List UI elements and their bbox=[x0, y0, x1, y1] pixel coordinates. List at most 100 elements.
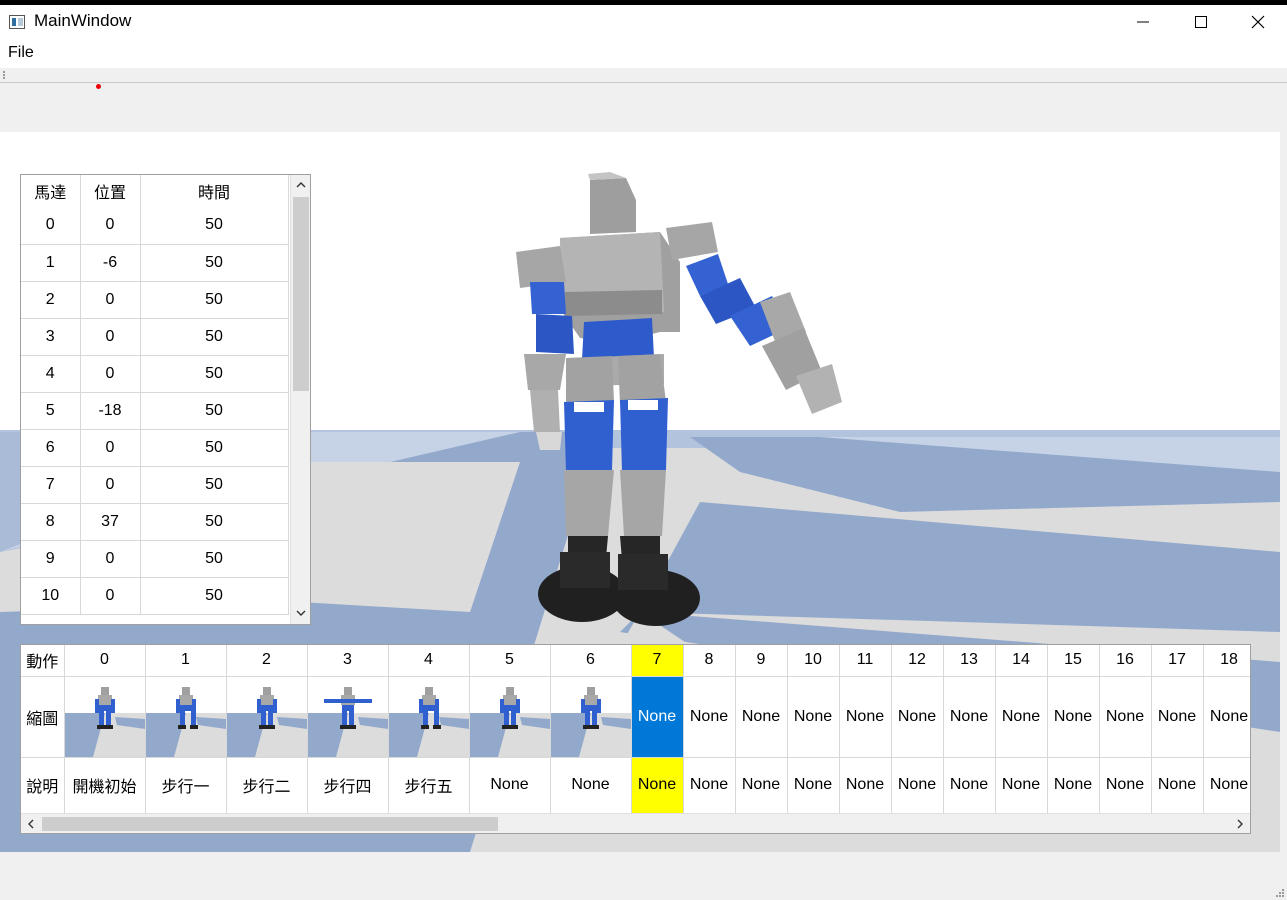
motor-table[interactable]: 馬達 位置 時間 0 0 50 1 -6 50 2 0 50 3 0 50 4 0 50 5 -18 50 6 0 50… bbox=[20, 174, 311, 625]
action-thumbnail-cell[interactable]: None bbox=[1151, 676, 1204, 758]
action-column-header[interactable]: 16 bbox=[1099, 645, 1152, 677]
action-description-cell[interactable]: None bbox=[1099, 757, 1152, 814]
action-thumbnail-cell[interactable] bbox=[64, 676, 146, 758]
menu-file[interactable]: File bbox=[8, 44, 34, 62]
action-description-cell[interactable]: 步行二 bbox=[226, 757, 308, 814]
position-cell[interactable]: 0 bbox=[80, 466, 141, 504]
action-thumbnail-cell[interactable] bbox=[307, 676, 389, 758]
minimize-button[interactable] bbox=[1114, 5, 1172, 39]
action-table-scroll-thumb[interactable] bbox=[42, 817, 498, 831]
action-description-cell[interactable]: 步行五 bbox=[388, 757, 470, 814]
action-description-cell[interactable]: None bbox=[839, 757, 892, 814]
action-description-cell[interactable]: 開機初始 bbox=[64, 757, 146, 814]
motor-id-cell[interactable]: 4 bbox=[21, 355, 81, 393]
action-thumbnail-cell[interactable] bbox=[388, 676, 470, 758]
position-cell[interactable]: 0 bbox=[80, 207, 141, 245]
time-cell[interactable]: 50 bbox=[140, 577, 289, 615]
action-thumbnail-cell[interactable] bbox=[226, 676, 308, 758]
time-cell[interactable]: 50 bbox=[140, 503, 289, 541]
action-column-header[interactable]: 3 bbox=[307, 645, 389, 677]
scroll-right-icon[interactable] bbox=[1234, 818, 1246, 830]
action-column-header[interactable]: 11 bbox=[839, 645, 892, 677]
time-cell[interactable]: 50 bbox=[140, 244, 289, 282]
action-thumbnail-cell[interactable]: None bbox=[735, 676, 788, 758]
table-row[interactable]: 7 0 50 bbox=[21, 466, 289, 504]
action-column-header[interactable]: 7 bbox=[631, 645, 684, 677]
action-column-header[interactable]: 0 bbox=[64, 645, 146, 677]
action-description-cell[interactable]: None bbox=[995, 757, 1048, 814]
action-description-cell[interactable]: 步行一 bbox=[145, 757, 227, 814]
time-cell[interactable]: 50 bbox=[140, 392, 289, 430]
close-button[interactable] bbox=[1229, 5, 1287, 39]
position-cell[interactable]: 0 bbox=[80, 318, 141, 356]
action-description-cell[interactable]: None bbox=[683, 757, 736, 814]
motor-id-cell[interactable]: 5 bbox=[21, 392, 81, 430]
action-description-cell[interactable]: None bbox=[891, 757, 944, 814]
action-thumbnail-cell[interactable]: None bbox=[1099, 676, 1152, 758]
action-description-cell[interactable]: None bbox=[469, 757, 551, 814]
table-row[interactable]: 3 0 50 bbox=[21, 318, 289, 356]
action-column-header[interactable]: 17 bbox=[1151, 645, 1204, 677]
action-column-header[interactable]: 15 bbox=[1047, 645, 1100, 677]
motor-id-cell[interactable]: 10 bbox=[21, 577, 81, 615]
table-row[interactable]: 4 0 50 bbox=[21, 355, 289, 393]
motor-id-cell[interactable]: 0 bbox=[21, 207, 81, 245]
action-column-header[interactable]: 1 bbox=[145, 645, 227, 677]
motor-id-cell[interactable]: 1 bbox=[21, 244, 81, 282]
motor-id-cell[interactable]: 9 bbox=[21, 540, 81, 578]
position-cell[interactable]: 0 bbox=[80, 429, 141, 467]
position-cell[interactable]: 0 bbox=[80, 355, 141, 393]
table-row[interactable]: 6 0 50 bbox=[21, 429, 289, 467]
motor-id-cell[interactable]: 3 bbox=[21, 318, 81, 356]
motor-id-cell[interactable]: 7 bbox=[21, 466, 81, 504]
action-thumbnail-cell[interactable]: None bbox=[1203, 676, 1250, 758]
action-thumbnail-cell[interactable]: None bbox=[891, 676, 944, 758]
action-description-cell[interactable]: None bbox=[1203, 757, 1250, 814]
motor-id-cell[interactable]: 2 bbox=[21, 281, 81, 319]
motor-id-cell[interactable]: 8 bbox=[21, 503, 81, 541]
maximize-button[interactable] bbox=[1172, 5, 1230, 39]
action-thumbnail-cell[interactable]: None bbox=[943, 676, 996, 758]
scroll-up-icon[interactable] bbox=[295, 179, 307, 191]
time-cell[interactable]: 50 bbox=[140, 318, 289, 356]
table-row[interactable]: 10 0 50 bbox=[21, 577, 289, 615]
action-column-header[interactable]: 5 bbox=[469, 645, 551, 677]
table-row[interactable]: 8 37 50 bbox=[21, 503, 289, 541]
action-description-cell[interactable]: None bbox=[787, 757, 840, 814]
action-column-header[interactable]: 14 bbox=[995, 645, 1048, 677]
action-description-cell[interactable]: None bbox=[943, 757, 996, 814]
action-thumbnail-cell[interactable] bbox=[550, 676, 632, 758]
action-column-header[interactable]: 6 bbox=[550, 645, 632, 677]
table-row[interactable]: 5 -18 50 bbox=[21, 392, 289, 430]
motor-id-cell[interactable]: 6 bbox=[21, 429, 81, 467]
position-cell[interactable]: -6 bbox=[80, 244, 141, 282]
time-cell[interactable]: 50 bbox=[140, 207, 289, 245]
time-cell[interactable]: 50 bbox=[140, 429, 289, 467]
action-description-cell[interactable]: None bbox=[1047, 757, 1100, 814]
position-cell[interactable]: 0 bbox=[80, 281, 141, 319]
time-cell[interactable]: 50 bbox=[140, 355, 289, 393]
action-thumbnail-cell[interactable]: None bbox=[631, 676, 684, 758]
scroll-left-icon[interactable] bbox=[25, 818, 37, 830]
action-description-cell[interactable]: None bbox=[631, 757, 684, 814]
action-table-hscrollbar[interactable] bbox=[21, 813, 1250, 833]
motor-table-vscrollbar[interactable] bbox=[290, 175, 310, 624]
action-table[interactable]: 動作 0 1 2 3 4 5 6 7 8 9 10 11 12 13 14 15 16 17 18 縮圖 None None… bbox=[20, 644, 1251, 834]
action-thumbnail-cell[interactable]: None bbox=[839, 676, 892, 758]
action-description-cell[interactable]: None bbox=[735, 757, 788, 814]
resize-grip-icon[interactable] bbox=[1275, 888, 1285, 898]
toolbar-grip[interactable] bbox=[3, 71, 5, 79]
action-column-header[interactable]: 18 bbox=[1203, 645, 1250, 677]
scroll-down-icon[interactable] bbox=[295, 607, 307, 619]
position-cell[interactable]: 37 bbox=[80, 503, 141, 541]
time-cell[interactable]: 50 bbox=[140, 466, 289, 504]
position-cell[interactable]: 0 bbox=[80, 540, 141, 578]
action-column-header[interactable]: 13 bbox=[943, 645, 996, 677]
action-column-header[interactable]: 8 bbox=[683, 645, 736, 677]
action-column-header[interactable]: 10 bbox=[787, 645, 840, 677]
action-column-header[interactable]: 2 bbox=[226, 645, 308, 677]
action-description-cell[interactable]: None bbox=[550, 757, 632, 814]
time-cell[interactable]: 50 bbox=[140, 281, 289, 319]
position-cell[interactable]: 0 bbox=[80, 577, 141, 615]
action-thumbnail-cell[interactable]: None bbox=[1047, 676, 1100, 758]
